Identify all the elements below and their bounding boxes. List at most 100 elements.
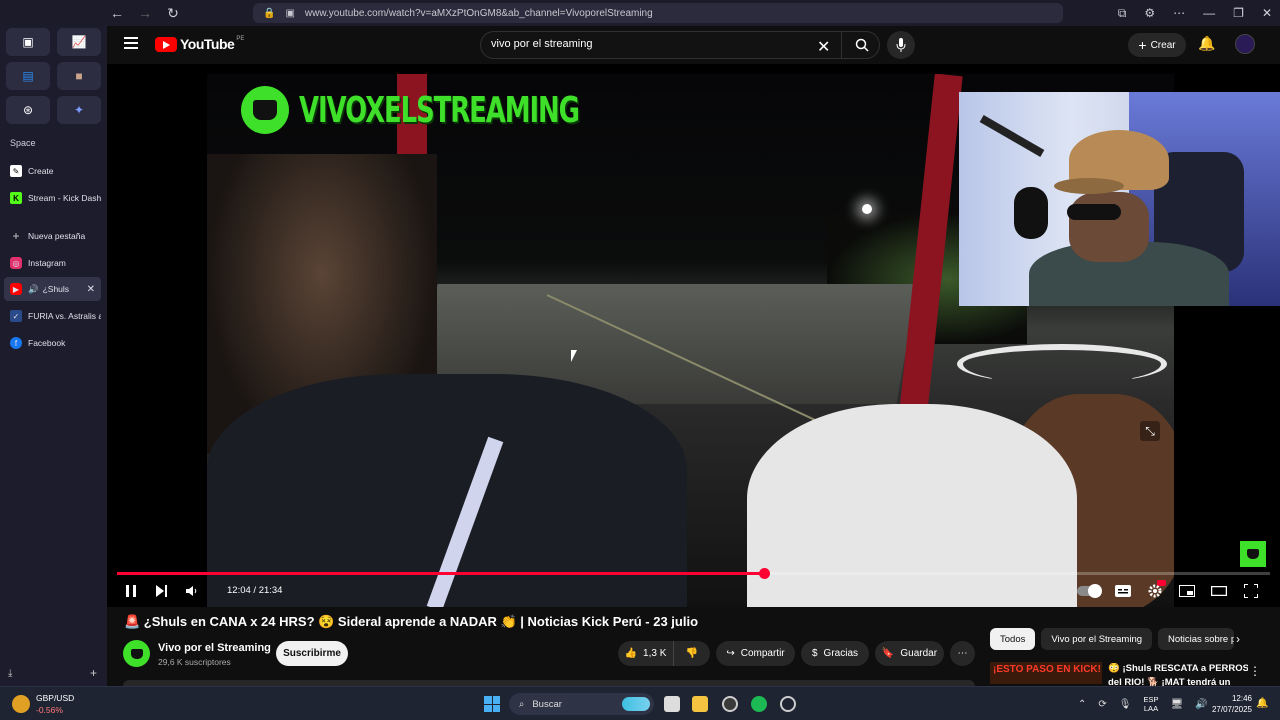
url-text: www.youtube.com/watch?v=aMXzPtOnGM8&ab_c… bbox=[304, 7, 653, 19]
spotify-icon[interactable] bbox=[751, 696, 767, 712]
extensions-icon[interactable]: ⚙ bbox=[1144, 6, 1155, 20]
chatgpt-app-icon[interactable] bbox=[780, 696, 796, 712]
sidebar-item-hltv[interactable]: ✓ FURIA vs. Astralis a bbox=[4, 304, 101, 328]
miniplayer-button[interactable] bbox=[1176, 578, 1198, 604]
network-icon[interactable]: 🖥 bbox=[1171, 699, 1184, 710]
more-icon: ⋯ bbox=[957, 648, 968, 659]
app-pin-icon[interactable]: ■ bbox=[57, 62, 101, 90]
mic-tray-icon[interactable]: 🎙 bbox=[1119, 699, 1132, 710]
channel-name[interactable]: Vivo por el Streaming bbox=[158, 642, 271, 654]
video-title: 🚨 ¿Shuls en CANA x 24 HRS? 😵 Sideral apr… bbox=[124, 614, 699, 629]
notion-pin-icon[interactable]: ▣ bbox=[6, 28, 50, 56]
sidebar-item-kick[interactable]: K Stream - Kick Dashb bbox=[4, 186, 101, 210]
gemini-pin-icon[interactable]: ✦ bbox=[57, 96, 101, 124]
pause-icon bbox=[126, 585, 136, 597]
video-scene-light bbox=[862, 204, 872, 214]
recommendation-title-line2[interactable]: del RIO! 🐕 ¡MAT tendrá un bbox=[1108, 677, 1248, 686]
chatgpt-pin-icon[interactable]: ⊛ bbox=[6, 96, 50, 124]
windows-start-icon[interactable] bbox=[484, 696, 500, 712]
next-button[interactable] bbox=[152, 578, 172, 604]
browser-app-icon[interactable] bbox=[722, 696, 738, 712]
youtube-play-icon bbox=[155, 36, 177, 52]
search-input[interactable] bbox=[491, 38, 811, 50]
ticker-icon bbox=[12, 695, 30, 713]
account-avatar[interactable] bbox=[1235, 34, 1255, 54]
sidebar-item-instagram[interactable]: ◎ Instagram bbox=[4, 251, 101, 275]
sidebar-item-facebook[interactable]: f Facebook bbox=[4, 331, 101, 355]
menu-icon[interactable]: ⋯ bbox=[1173, 6, 1185, 20]
download-icon[interactable]: ⤓ bbox=[8, 668, 12, 679]
sidebar-item-create[interactable]: ✎ Create bbox=[4, 159, 101, 183]
chip-news[interactable]: Noticias sobre p bbox=[1158, 628, 1235, 650]
windows-taskbar: GBP/USD -0.56% ⌕ Buscar ⌃ ⟳ 🎙 ESP LAA 🖥 … bbox=[0, 686, 1280, 720]
close-window-icon[interactable]: ✕ bbox=[1262, 6, 1272, 20]
volume-button[interactable] bbox=[182, 578, 202, 604]
menu-hamburger-icon[interactable] bbox=[124, 37, 138, 49]
sync-icon[interactable]: ⟳ bbox=[1098, 699, 1106, 710]
recommendation-thumbnail[interactable]: ¡ESTO PASO EN KICK! bbox=[990, 662, 1102, 684]
chip-all[interactable]: Todos bbox=[990, 628, 1036, 650]
subscribe-button[interactable]: Suscribirme bbox=[276, 641, 348, 666]
captions-button[interactable] bbox=[1112, 578, 1134, 604]
hd-badge bbox=[1157, 580, 1166, 586]
fullscreen-button[interactable] bbox=[1240, 578, 1262, 604]
reload-icon[interactable]: ↻ bbox=[162, 2, 184, 24]
autoplay-toggle[interactable] bbox=[1077, 584, 1102, 598]
chevron-up-icon[interactable]: ⌃ bbox=[1078, 699, 1086, 710]
theater-mode-button[interactable] bbox=[1208, 578, 1230, 604]
sidebar-item-current-video[interactable]: ▶ 🔊 ¿Shuls ✕ bbox=[4, 277, 101, 301]
chevron-right-icon[interactable]: › bbox=[1236, 632, 1240, 646]
back-icon[interactable]: ← bbox=[106, 2, 128, 24]
progress-bar[interactable] bbox=[117, 568, 1270, 579]
address-bar[interactable]: 🔒 ▣ www.youtube.com/watch?v=aMXzPtOnGM8&… bbox=[253, 3, 1063, 23]
notifications-bell-icon[interactable]: 🔔 bbox=[1198, 35, 1215, 52]
settings-button[interactable] bbox=[1144, 578, 1166, 604]
forward-icon[interactable]: → bbox=[134, 2, 156, 24]
microphone-icon bbox=[896, 38, 906, 52]
like-button[interactable]: 👍 1,3 K bbox=[618, 641, 674, 666]
chip-channel[interactable]: Vivo por el Streaming bbox=[1041, 628, 1153, 650]
youtube-logo[interactable]: YouTube PE bbox=[155, 36, 244, 52]
miniplayer-icon bbox=[1179, 585, 1195, 597]
language-indicator[interactable]: ESP LAA bbox=[1143, 695, 1158, 713]
voice-search-button[interactable] bbox=[887, 31, 915, 59]
thanks-button[interactable]: $ Gracias bbox=[801, 641, 869, 666]
sidebar-item-new-tab[interactable]: + Nueva pestaña bbox=[4, 224, 101, 248]
pause-button[interactable] bbox=[121, 578, 141, 604]
add-space-icon[interactable]: + bbox=[90, 666, 97, 680]
channel-corner-logo-icon[interactable] bbox=[1240, 541, 1266, 567]
recommendation-title[interactable]: 😳 ¡Shuls RESCATA a PERROS bbox=[1108, 663, 1248, 674]
pip-icon[interactable]: ⤡ bbox=[1140, 421, 1160, 441]
maximize-icon[interactable]: ❐ bbox=[1233, 6, 1244, 20]
search-button[interactable] bbox=[841, 32, 881, 58]
analytics-pin-icon[interactable]: 📈 bbox=[57, 28, 101, 56]
plus-icon: + bbox=[1138, 37, 1147, 53]
save-button[interactable]: 🔖 Guardar bbox=[875, 641, 944, 666]
clock[interactable]: 12:46 27/07/2025 bbox=[1210, 693, 1252, 715]
dislike-button[interactable]: 👎 bbox=[674, 641, 710, 666]
youtube-header: YouTube PE ✕ + Crear 🔔 bbox=[107, 26, 1280, 64]
youtube-icon: ▶ bbox=[10, 283, 22, 295]
facebook-icon: f bbox=[10, 337, 22, 349]
widget-ticker[interactable]: GBP/USD -0.56% bbox=[12, 693, 74, 715]
more-actions-button[interactable]: ⋯ bbox=[950, 641, 975, 666]
create-button[interactable]: + Crear bbox=[1128, 33, 1186, 57]
notification-bell-icon[interactable]: 🔔 bbox=[1256, 698, 1268, 709]
lock-icon: 🔒 bbox=[263, 7, 276, 19]
taskbar-search[interactable]: ⌕ Buscar bbox=[509, 693, 654, 715]
volume-tray-icon[interactable]: 🔊 bbox=[1195, 699, 1207, 710]
clear-search-icon[interactable]: ✕ bbox=[817, 37, 830, 57]
share-button[interactable]: ↪ Compartir bbox=[716, 641, 795, 666]
search-box: ✕ bbox=[480, 31, 880, 59]
outlook-pin-icon[interactable]: ▤ bbox=[6, 62, 50, 90]
file-explorer-icon[interactable] bbox=[692, 696, 708, 712]
close-tab-icon[interactable]: ✕ bbox=[87, 284, 95, 295]
channel-avatar[interactable] bbox=[123, 640, 150, 667]
instagram-icon: ◎ bbox=[10, 257, 22, 269]
screenshot-icon[interactable]: ⧉ bbox=[1118, 6, 1127, 21]
task-view-icon[interactable] bbox=[664, 696, 680, 712]
more-vert-icon[interactable]: ⋮ bbox=[1249, 664, 1261, 678]
minimize-icon[interactable]: — bbox=[1203, 6, 1215, 20]
mouse-cursor-icon bbox=[571, 350, 577, 362]
video-player[interactable]: VIVOXELSTREAMING ⤡ 12:04 / 21:34 bbox=[107, 64, 1280, 607]
